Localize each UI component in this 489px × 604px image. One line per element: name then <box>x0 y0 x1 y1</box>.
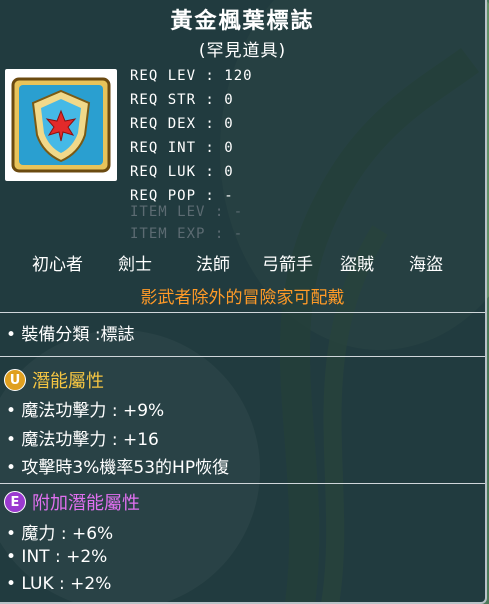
potential-line: • 魔法功擊力 : +16 <box>6 430 159 450</box>
potential-line: • 魔法功擊力 : +9% <box>6 401 165 421</box>
item-rarity: (罕見道具) <box>198 41 287 61</box>
job-magician: 法師 <box>196 255 230 275</box>
req-dex: REQ DEX : 0 <box>130 116 234 132</box>
potential-rank-icon: U <box>4 369 26 391</box>
additional-rank-icon: E <box>4 491 26 513</box>
potential-line: • 攻擊時3%機率53的HP恢復 <box>6 458 230 478</box>
additional-line: • 魔力 : +6% <box>6 524 114 544</box>
equip-type: • 裝備分類 :標誌 <box>6 325 135 345</box>
item-tooltip: 黃金楓葉標誌 (罕見道具) REQ LEV : 120 REQ STR : 0 … <box>0 0 487 604</box>
divider <box>0 312 485 313</box>
req-pop: REQ POP : - <box>130 188 234 204</box>
potential-header: U 潛能屬性 <box>4 367 104 393</box>
job-pirate: 海盜 <box>409 255 443 275</box>
item-exp: ITEM EXP : - <box>130 226 244 242</box>
job-warrior: 劍士 <box>118 255 152 275</box>
req-luk: REQ LUK : 0 <box>130 164 234 180</box>
additional-potential-title: 附加潛能屬性 <box>32 493 140 514</box>
req-level: REQ LEV : 120 <box>130 68 253 84</box>
job-beginner: 初心者 <box>32 255 83 275</box>
req-str: REQ STR : 0 <box>130 92 234 108</box>
job-bowman: 弓箭手 <box>262 255 313 275</box>
additional-line: • INT : +2% <box>6 547 108 567</box>
job-notice: 影武者除外的冒險家可配戴 <box>140 288 345 308</box>
job-thief: 盜賊 <box>340 255 374 275</box>
divider <box>0 483 485 484</box>
item-level: ITEM LEV : - <box>130 204 244 220</box>
req-int: REQ INT : 0 <box>130 140 234 156</box>
item-name: 黃金楓葉標誌 <box>170 9 315 34</box>
divider <box>0 356 485 357</box>
item-icon-frame <box>5 69 117 181</box>
maple-shield-emblem-icon <box>11 77 111 173</box>
additional-potential-header: E 附加潛能屬性 <box>4 489 140 515</box>
additional-line: • LUK : +2% <box>6 574 112 594</box>
potential-title: 潛能屬性 <box>32 371 104 392</box>
